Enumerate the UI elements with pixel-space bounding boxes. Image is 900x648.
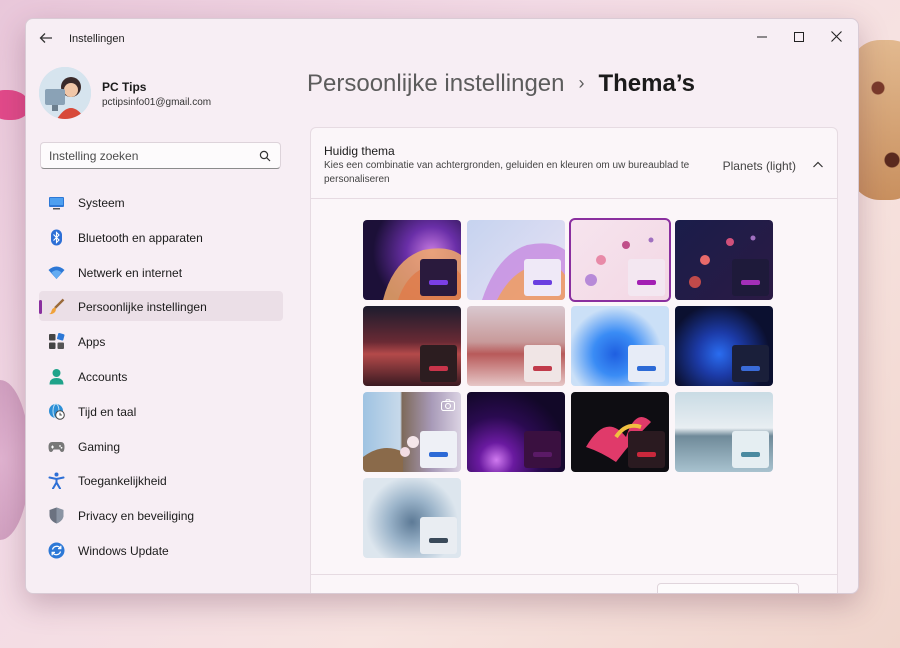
search-input[interactable] xyxy=(49,149,249,163)
settings-window: Instellingen PC Tips pctipsinfo01@gmail.… xyxy=(25,18,859,594)
sidebar-item-windows-update[interactable]: Windows Update xyxy=(39,535,283,565)
theme-thumbnail[interactable] xyxy=(467,220,565,300)
theme-preview-window xyxy=(524,431,561,468)
sidebar-nav: Systeem Bluetooth en apparaten Netwerk e… xyxy=(39,187,283,570)
theme-accent-bar xyxy=(741,366,760,371)
theme-preview-window xyxy=(524,259,561,296)
theme-thumbnail[interactable] xyxy=(569,218,671,302)
current-theme-header[interactable]: Huidig thema Kies een combinatie van ach… xyxy=(311,128,837,199)
bluetooth-icon xyxy=(48,229,65,246)
update-icon xyxy=(48,542,65,559)
search-icon[interactable] xyxy=(259,149,271,167)
breadcrumb-parent[interactable]: Persoonlijke instellingen xyxy=(307,70,564,97)
profile-email: pctipsinfo01@gmail.com xyxy=(102,97,212,108)
apps-icon xyxy=(48,333,65,350)
sidebar-item-label: Tijd en taal xyxy=(78,404,137,419)
theme-accent-bar xyxy=(637,366,656,371)
theme-thumbnail[interactable] xyxy=(675,392,773,472)
breadcrumb-separator: › xyxy=(578,73,585,93)
sidebar-item-netwerk[interactable]: Netwerk en internet xyxy=(39,257,283,287)
current-theme-card: Huidig thema Kies een combinatie van ach… xyxy=(310,127,838,593)
theme-thumbnail[interactable] xyxy=(467,392,565,472)
person-icon xyxy=(48,368,65,385)
theme-accent-bar xyxy=(429,280,448,285)
theme-thumbnail[interactable] xyxy=(363,392,461,472)
brush-icon xyxy=(48,298,65,315)
breadcrumb: Persoonlijke instellingen › Thema’s xyxy=(307,70,695,98)
globe-clock-icon xyxy=(48,403,65,420)
accessibility-icon xyxy=(48,472,65,490)
theme-preview-window xyxy=(732,259,769,296)
monitor-icon xyxy=(48,194,65,211)
sidebar-item-label: Privacy en beveiliging xyxy=(78,509,195,524)
sidebar-item-tijd-en-taal[interactable]: Tijd en taal xyxy=(39,396,283,426)
theme-accent-bar xyxy=(533,452,552,457)
close-button[interactable] xyxy=(818,25,854,51)
minimize-button[interactable] xyxy=(744,25,780,51)
theme-accent-bar xyxy=(429,366,448,371)
theme-preview-window xyxy=(732,431,769,468)
sidebar-item-accounts[interactable]: Accounts xyxy=(39,361,283,391)
sidebar-item-label: Gaming xyxy=(78,439,121,454)
theme-accent-bar xyxy=(637,452,656,457)
theme-accent-bar xyxy=(741,452,760,457)
theme-preview-window xyxy=(628,259,665,296)
title-bar: Instellingen xyxy=(26,19,858,59)
sidebar-item-label: Accounts xyxy=(78,369,128,384)
sidebar-item-label: Apps xyxy=(78,335,106,350)
shield-icon xyxy=(48,507,65,524)
theme-thumbnail[interactable] xyxy=(571,306,669,386)
back-arrow-icon[interactable] xyxy=(38,30,54,46)
theme-thumbnail[interactable] xyxy=(467,306,565,386)
theme-accent-bar xyxy=(429,452,448,457)
profile-name: PC Tips xyxy=(102,80,147,94)
theme-card-footer xyxy=(311,574,837,593)
wifi-icon xyxy=(48,264,65,281)
sidebar-item-label: Windows Update xyxy=(78,543,169,558)
theme-thumbnail[interactable] xyxy=(571,392,669,472)
current-theme-value: Planets (light) xyxy=(722,159,796,173)
avatar[interactable] xyxy=(39,67,91,119)
theme-preview-window xyxy=(420,345,457,382)
browse-themes-button[interactable] xyxy=(657,583,799,593)
settings-search[interactable] xyxy=(40,142,281,169)
sidebar-item-toegankelijkheid[interactable]: Toegankelijkheid xyxy=(39,465,283,495)
theme-accent-bar xyxy=(429,538,448,543)
gamepad-icon xyxy=(48,438,65,455)
sidebar-item-bluetooth[interactable]: Bluetooth en apparaten xyxy=(39,222,283,252)
theme-accent-bar xyxy=(741,280,760,285)
current-theme-description: Kies een combinatie van achtergronden, g… xyxy=(324,160,690,185)
page-title: Thema’s xyxy=(598,70,695,97)
theme-accent-bar xyxy=(637,280,656,285)
theme-thumbnail[interactable] xyxy=(675,306,773,386)
theme-preview-window xyxy=(420,259,457,296)
theme-preview-window xyxy=(732,345,769,382)
sidebar-item-label: Netwerk en internet xyxy=(78,265,183,280)
sidebar-item-persoonlijke-instellingen[interactable]: Persoonlijke instellingen xyxy=(39,291,283,322)
theme-preview-window xyxy=(524,345,561,382)
sidebar-item-label: Persoonlijke instellingen xyxy=(78,300,207,315)
sidebar-item-systeem[interactable]: Systeem xyxy=(39,187,283,217)
theme-thumbnail[interactable] xyxy=(363,478,461,558)
theme-thumbnail[interactable] xyxy=(675,220,773,300)
theme-preview-window xyxy=(420,517,457,554)
sidebar-item-apps[interactable]: Apps xyxy=(39,326,283,356)
theme-preview-window xyxy=(628,345,665,382)
maximize-button[interactable] xyxy=(781,25,817,51)
sidebar-item-label: Toegankelijkheid xyxy=(78,474,167,489)
theme-thumbnail[interactable] xyxy=(363,220,461,300)
theme-preview-window xyxy=(420,431,457,468)
sidebar-item-gaming[interactable]: Gaming xyxy=(39,431,283,461)
theme-accent-bar xyxy=(533,280,552,285)
current-theme-title: Huidig thema xyxy=(324,144,395,158)
sidebar-item-label: Systeem xyxy=(78,196,125,210)
window-title: Instellingen xyxy=(69,33,125,45)
theme-preview-window xyxy=(628,431,665,468)
sidebar-item-privacy[interactable]: Privacy en beveiliging xyxy=(39,500,283,530)
camera-icon xyxy=(440,398,456,412)
theme-accent-bar xyxy=(533,366,552,371)
sidebar-item-label: Bluetooth en apparaten xyxy=(78,230,203,245)
theme-thumbnail[interactable] xyxy=(363,306,461,386)
chevron-up-icon[interactable] xyxy=(811,158,825,172)
